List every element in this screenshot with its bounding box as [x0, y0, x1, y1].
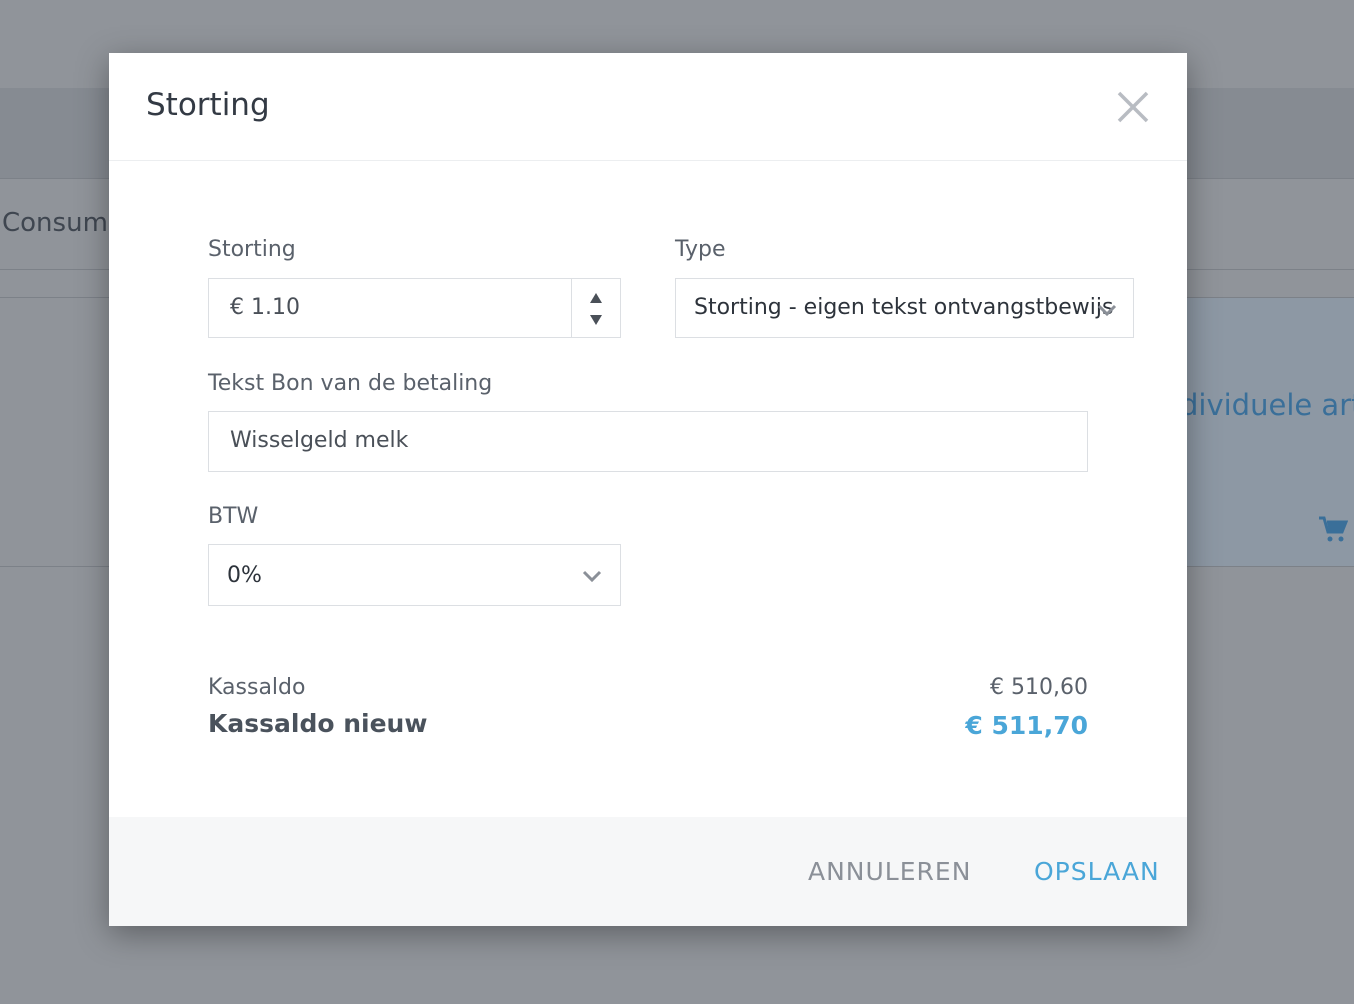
type-select[interactable]: Storting - eigen tekst ontvangstbewijs: [675, 278, 1134, 338]
modal-title: Storting: [146, 87, 270, 123]
stepper-up-icon[interactable]: [590, 293, 602, 303]
amount-stepper[interactable]: [571, 279, 620, 337]
balance-label: Kassaldo: [208, 675, 306, 700]
stepper-down-icon[interactable]: [590, 315, 602, 325]
cart-icon: [1319, 516, 1348, 542]
save-button[interactable]: OPSLAAN: [1034, 857, 1160, 886]
receipt-text-label: Tekst Bon van de betaling: [208, 371, 493, 396]
new-balance-value: € 511,70: [965, 711, 1088, 740]
receipt-text-value: Wisselgeld melk: [230, 428, 409, 453]
amount-label: Storting: [208, 237, 296, 262]
modal-header: Storting: [109, 53, 1187, 161]
vat-label: BTW: [208, 504, 259, 529]
background-panel-label: dividuele art: [1180, 388, 1354, 422]
deposit-modal: Storting Storting € 1.10 Type Storting -…: [109, 53, 1187, 926]
background-tab-label: Consump: [2, 208, 125, 238]
close-icon[interactable]: [1113, 87, 1153, 127]
vat-select[interactable]: 0%: [208, 544, 621, 606]
amount-input[interactable]: € 1.10: [208, 278, 621, 338]
type-label: Type: [675, 237, 726, 262]
modal-footer: ANNULEREN OPSLAAN: [109, 817, 1187, 926]
receipt-text-input[interactable]: Wisselgeld melk: [208, 411, 1088, 472]
chevron-down-icon: [582, 570, 602, 583]
new-balance-label: Kassaldo nieuw: [208, 709, 428, 738]
cancel-button[interactable]: ANNULEREN: [808, 857, 971, 886]
vat-selected-value: 0%: [227, 563, 262, 588]
balance-value: € 510,60: [990, 675, 1088, 700]
type-selected-value: Storting - eigen tekst ontvangstbewijs: [694, 295, 1114, 320]
amount-value: € 1.10: [230, 295, 300, 320]
chevron-down-icon: [1097, 304, 1117, 317]
